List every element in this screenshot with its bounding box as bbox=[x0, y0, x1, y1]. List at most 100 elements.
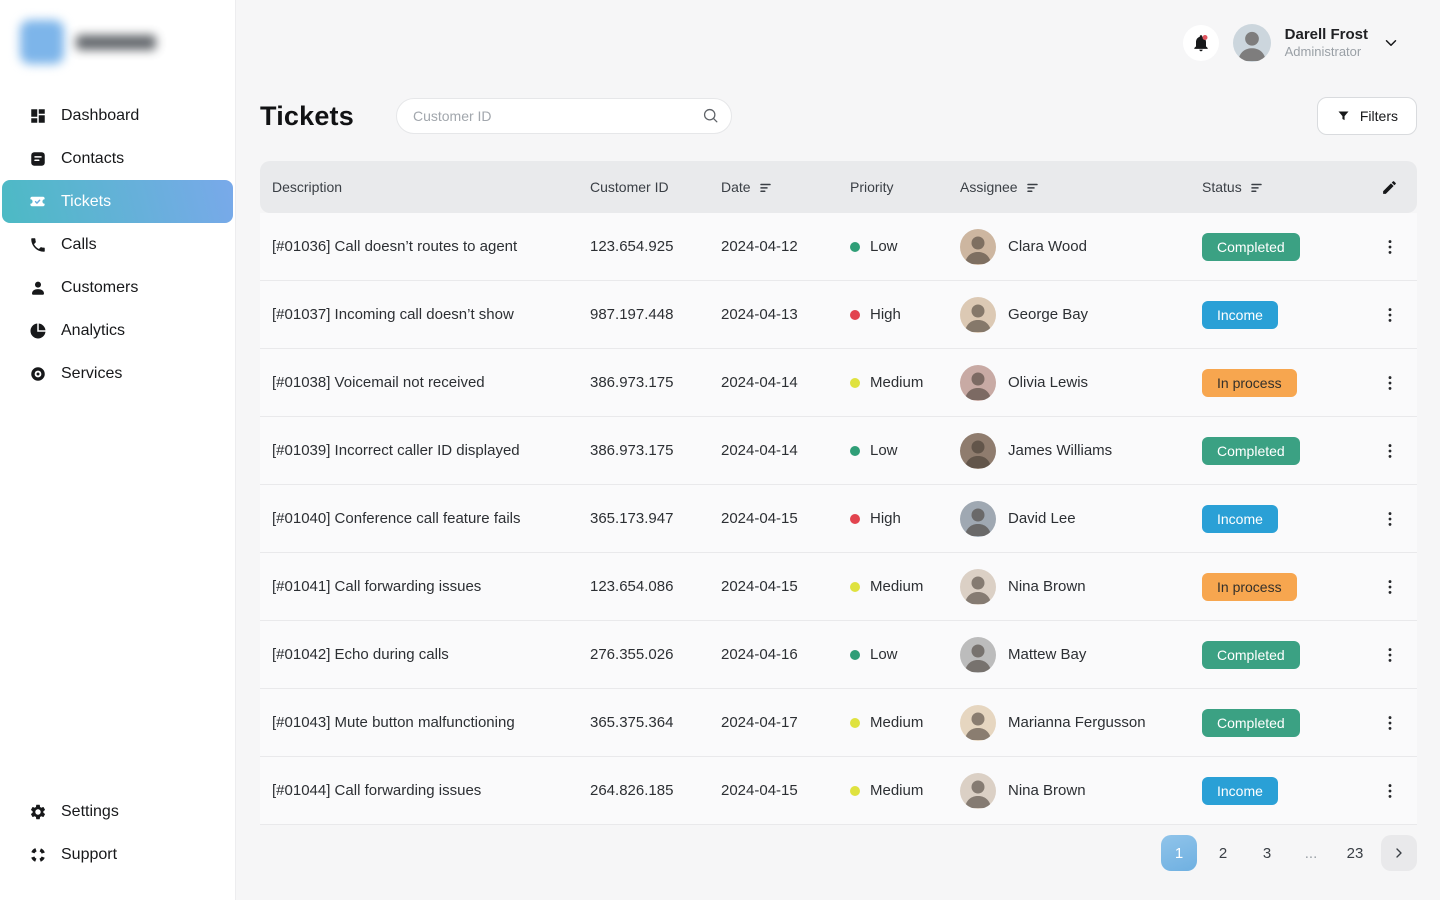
customer-id: 123.654.086 bbox=[590, 578, 721, 595]
user-menu-button[interactable] bbox=[1382, 34, 1400, 52]
priority-cell: Medium bbox=[850, 578, 960, 595]
edit-columns-button[interactable] bbox=[1362, 179, 1417, 196]
customer-id: 386.973.175 bbox=[590, 374, 721, 391]
kebab-icon bbox=[1380, 713, 1400, 733]
notifications-button[interactable] bbox=[1183, 25, 1219, 61]
status-cell: In process bbox=[1202, 573, 1362, 601]
table-row: [#01036] Call doesn’t routes to agent 12… bbox=[260, 213, 1417, 281]
assignee-name: David Lee bbox=[1008, 510, 1076, 527]
column-date[interactable]: Date bbox=[721, 179, 850, 195]
customer-id: 987.197.448 bbox=[590, 306, 721, 323]
table-row: [#01041] Call forwarding issues 123.654.… bbox=[260, 553, 1417, 621]
kebab-icon bbox=[1380, 781, 1400, 801]
ticket-date: 2024-04-14 bbox=[721, 442, 850, 459]
column-description: Description bbox=[260, 179, 590, 195]
page-button-1[interactable]: 1 bbox=[1161, 835, 1197, 871]
sidebar-item-calls[interactable]: Calls bbox=[0, 223, 235, 266]
assignee-cell: James Williams bbox=[960, 433, 1202, 469]
priority-label: Medium bbox=[870, 714, 923, 731]
ticket-description: [#01040] Conference call feature fails bbox=[260, 510, 590, 527]
sidebar-item-label: Dashboard bbox=[61, 107, 139, 125]
page-button-3[interactable]: 3 bbox=[1249, 835, 1285, 871]
sidebar-item-label: Services bbox=[61, 365, 122, 383]
avatar bbox=[960, 433, 996, 469]
customer-id: 365.375.364 bbox=[590, 714, 721, 731]
assignee-cell: Nina Brown bbox=[960, 773, 1202, 809]
priority-label: High bbox=[870, 510, 901, 527]
row-menu-button[interactable] bbox=[1376, 301, 1404, 329]
avatar bbox=[960, 501, 996, 537]
assignee-cell: Mattew Bay bbox=[960, 637, 1202, 673]
kebab-icon bbox=[1380, 645, 1400, 665]
page-button-2[interactable]: 2 bbox=[1205, 835, 1241, 871]
row-menu-button[interactable] bbox=[1376, 233, 1404, 261]
row-menu-button[interactable] bbox=[1376, 369, 1404, 397]
sort-icon bbox=[758, 180, 773, 195]
filters-button[interactable]: Filters bbox=[1317, 97, 1417, 135]
ticket-description: [#01043] Mute button malfunctioning bbox=[260, 714, 590, 731]
priority-cell: Low bbox=[850, 646, 960, 663]
dashboard-icon bbox=[28, 106, 47, 125]
priority-label: Medium bbox=[870, 578, 923, 595]
row-menu-button[interactable] bbox=[1376, 641, 1404, 669]
priority-label: Low bbox=[870, 646, 898, 663]
status-cell: In process bbox=[1202, 369, 1362, 397]
avatar bbox=[960, 297, 996, 333]
main-content: Darell Frost Administrator Tickets Filte… bbox=[236, 0, 1440, 900]
sidebar-item-label: Customers bbox=[61, 279, 138, 297]
assignee-name: Nina Brown bbox=[1008, 782, 1086, 799]
gear-icon bbox=[28, 802, 47, 821]
sidebar-item-contacts[interactable]: Contacts bbox=[0, 137, 235, 180]
priority-label: Medium bbox=[870, 782, 923, 799]
priority-dot bbox=[850, 582, 860, 592]
ticket-icon bbox=[28, 192, 47, 211]
pen-icon bbox=[1381, 179, 1398, 196]
ticket-description: [#01039] Incorrect caller ID displayed bbox=[260, 442, 590, 459]
column-assignee[interactable]: Assignee bbox=[960, 179, 1202, 195]
table-row: [#01040] Conference call feature fails 3… bbox=[260, 485, 1417, 553]
priority-dot bbox=[850, 242, 860, 252]
table-row: [#01043] Mute button malfunctioning 365.… bbox=[260, 689, 1417, 757]
sidebar-item-support[interactable]: Support bbox=[0, 833, 235, 876]
search-input[interactable] bbox=[396, 98, 732, 134]
logo-mark bbox=[20, 20, 64, 64]
assignee-cell: Olivia Lewis bbox=[960, 365, 1202, 401]
services-icon bbox=[28, 364, 47, 383]
ticket-date: 2024-04-15 bbox=[721, 578, 850, 595]
sidebar-item-analytics[interactable]: Analytics bbox=[0, 309, 235, 352]
page-button-23[interactable]: 23 bbox=[1337, 835, 1373, 871]
avatar bbox=[960, 637, 996, 673]
pagination-ellipsis: ... bbox=[1293, 845, 1329, 862]
status-cell: Income bbox=[1202, 777, 1362, 805]
sidebar-item-services[interactable]: Services bbox=[0, 352, 235, 395]
assignee-name: James Williams bbox=[1008, 442, 1112, 459]
priority-dot bbox=[850, 650, 860, 660]
row-menu-button[interactable] bbox=[1376, 573, 1404, 601]
priority-cell: High bbox=[850, 510, 960, 527]
priority-cell: Low bbox=[850, 442, 960, 459]
sidebar-item-tickets[interactable]: Tickets bbox=[2, 180, 233, 223]
ticket-date: 2024-04-16 bbox=[721, 646, 850, 663]
ticket-date: 2024-04-12 bbox=[721, 238, 850, 255]
priority-label: High bbox=[870, 306, 901, 323]
sidebar-item-settings[interactable]: Settings bbox=[0, 790, 235, 833]
priority-label: Medium bbox=[870, 374, 923, 391]
column-status[interactable]: Status bbox=[1202, 179, 1362, 195]
sidebar-item-dashboard[interactable]: Dashboard bbox=[0, 94, 235, 137]
user-name: Darell Frost bbox=[1285, 26, 1368, 45]
status-badge: Income bbox=[1202, 301, 1278, 329]
priority-cell: Medium bbox=[850, 714, 960, 731]
ticket-date: 2024-04-15 bbox=[721, 510, 850, 527]
row-menu-button[interactable] bbox=[1376, 777, 1404, 805]
sidebar-item-customers[interactable]: Customers bbox=[0, 266, 235, 309]
next-page-button[interactable] bbox=[1381, 835, 1417, 871]
row-menu-button[interactable] bbox=[1376, 709, 1404, 737]
sidebar-item-label: Tickets bbox=[61, 193, 111, 211]
ticket-date: 2024-04-14 bbox=[721, 374, 850, 391]
table-row: [#01042] Echo during calls 276.355.026 2… bbox=[260, 621, 1417, 689]
user-avatar[interactable] bbox=[1233, 24, 1271, 62]
logo bbox=[0, 18, 235, 66]
row-menu-button[interactable] bbox=[1376, 437, 1404, 465]
row-menu-button[interactable] bbox=[1376, 505, 1404, 533]
kebab-icon bbox=[1380, 509, 1400, 529]
